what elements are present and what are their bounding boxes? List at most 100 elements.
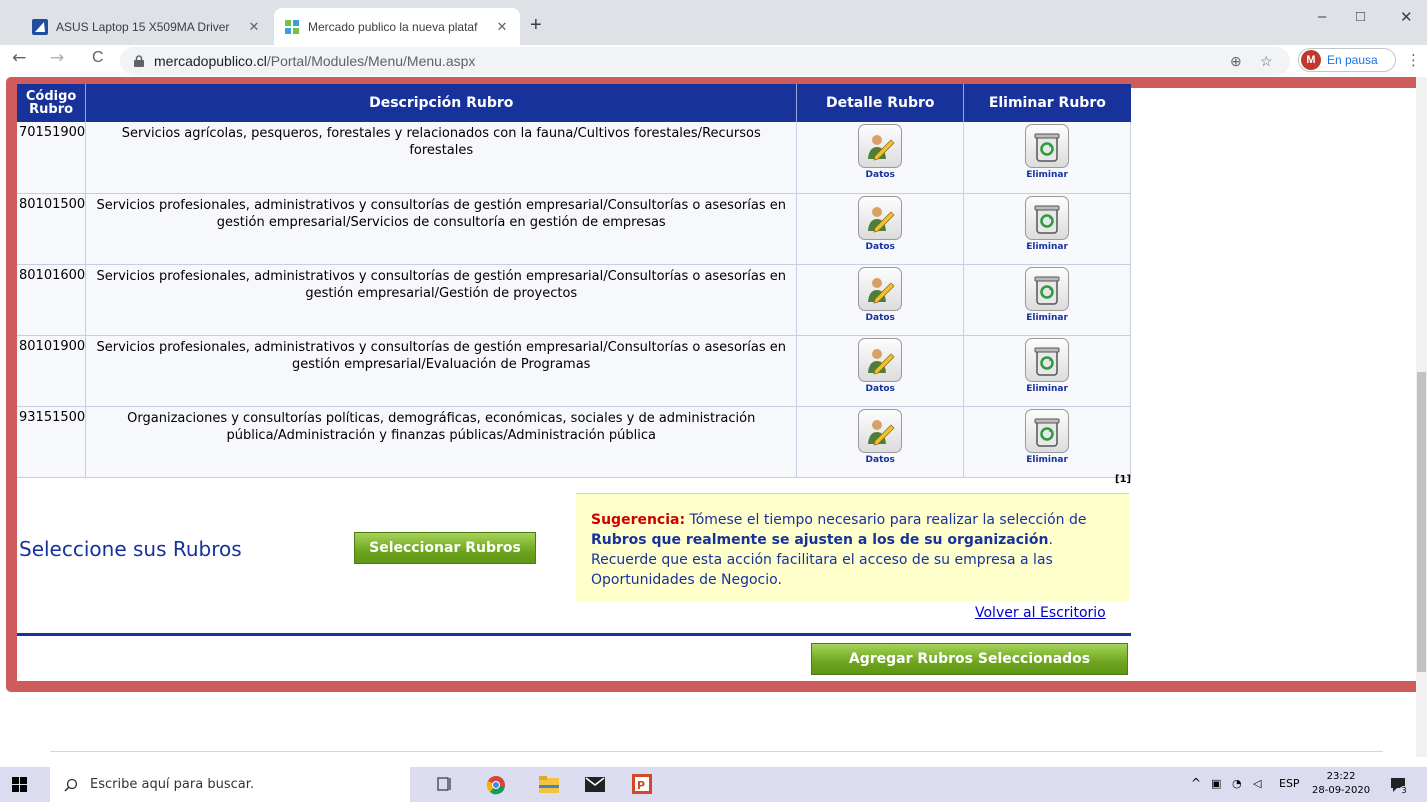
rubros-table: Código Rubro Descripción Rubro Detalle Ru… bbox=[17, 84, 1131, 478]
detail-button-label: Datos bbox=[865, 312, 895, 323]
recycle-bin-icon bbox=[1025, 124, 1070, 168]
asus-favicon-icon bbox=[32, 18, 48, 35]
back-button[interactable]: ← bbox=[12, 48, 26, 68]
edit-user-icon bbox=[858, 408, 903, 453]
clock-date: 28-09-2020 bbox=[1312, 785, 1371, 796]
close-tab-icon[interactable]: ✕ bbox=[494, 19, 510, 35]
minimize-button[interactable]: – bbox=[1318, 8, 1326, 25]
delete-button[interactable]: Eliminar bbox=[1023, 195, 1071, 258]
reload-button[interactable]: C bbox=[92, 49, 104, 67]
delete-button[interactable]: Eliminar bbox=[1023, 266, 1071, 329]
page-viewport: Código Rubro Descripción Rubro Detalle Ru… bbox=[0, 77, 1427, 767]
zoom-icon[interactable]: ⊕ bbox=[1230, 53, 1242, 70]
suggestion-lead: Sugerencia: bbox=[591, 512, 686, 528]
close-window-button[interactable]: ✕ bbox=[1400, 8, 1413, 26]
rubro-code: 80101600 bbox=[17, 264, 87, 336]
column-header-code: Código Rubro bbox=[17, 84, 87, 122]
rubro-code: 80101900 bbox=[17, 335, 87, 407]
clock-time: 23:22 bbox=[1326, 771, 1356, 782]
rubro-description: Servicios agrícolas, pesqueros, forestal… bbox=[85, 122, 798, 194]
select-rubros-button[interactable]: Seleccionar Rubros bbox=[354, 532, 536, 564]
detail-button[interactable]: Datos bbox=[856, 408, 904, 471]
tab-mercado-publico[interactable]: Mercado publico la nueva plataf ✕ bbox=[274, 8, 520, 45]
detail-button[interactable]: Datos bbox=[856, 337, 904, 400]
rubro-code: 93151500 bbox=[17, 406, 87, 478]
rubro-description: Servicios profesionales, administrativos… bbox=[85, 193, 798, 265]
table-header-row: Código Rubro Descripción Rubro Detalle Ru… bbox=[17, 84, 1131, 122]
column-header-delete: Eliminar Rubro bbox=[963, 84, 1131, 122]
recycle-bin-icon bbox=[1025, 195, 1070, 240]
rubro-description: Servicios profesionales, administrativos… bbox=[85, 335, 798, 407]
chrome-icon[interactable] bbox=[486, 775, 506, 795]
close-tab-icon[interactable]: ✕ bbox=[246, 19, 262, 35]
suggestion-text: Tómese el tiempo necesario para realizar… bbox=[685, 512, 1087, 528]
table-row: 80101500 Servicios profesionales, adminis… bbox=[17, 193, 1131, 265]
wifi-icon[interactable]: ◔ bbox=[1232, 777, 1242, 790]
chevron-up-icon[interactable]: ^ bbox=[1191, 776, 1201, 790]
svg-text:P: P bbox=[637, 779, 645, 792]
detail-button[interactable]: Datos bbox=[856, 266, 904, 329]
profile-button[interactable]: M En pausa bbox=[1298, 48, 1396, 72]
detail-button[interactable]: Datos bbox=[856, 124, 904, 186]
restore-button[interactable]: □ bbox=[1356, 8, 1365, 25]
new-tab-button[interactable]: + bbox=[530, 14, 542, 37]
delete-button-label: Eliminar bbox=[1026, 241, 1068, 252]
powerpoint-icon[interactable]: P bbox=[632, 774, 652, 794]
volume-icon[interactable]: ◁ bbox=[1253, 777, 1261, 790]
detail-button-label: Datos bbox=[865, 383, 895, 394]
browser-menu-icon[interactable]: ⋮ bbox=[1406, 51, 1421, 69]
bookmark-star-icon[interactable]: ☆ bbox=[1260, 53, 1273, 70]
task-view-icon[interactable] bbox=[437, 777, 453, 791]
detail-button-label: Datos bbox=[865, 454, 895, 465]
rubro-description: Servicios profesionales, administrativos… bbox=[85, 264, 798, 336]
edit-user-icon bbox=[858, 195, 903, 240]
rubro-code: 70151900 bbox=[17, 122, 87, 194]
taskbar-search[interactable]: Escribe aquí para buscar. bbox=[50, 767, 410, 802]
rubro-code: 80101500 bbox=[17, 193, 87, 265]
recycle-bin-icon bbox=[1025, 337, 1070, 382]
address-bar[interactable]: mercadopublico.cl/Portal/Modules/Menu/Me… bbox=[120, 47, 1290, 75]
delete-button-label: Eliminar bbox=[1026, 312, 1068, 323]
detail-button[interactable]: Datos bbox=[856, 195, 904, 258]
back-to-desktop-link[interactable]: Volver al Escritorio bbox=[975, 605, 1106, 621]
delete-button-label: Eliminar bbox=[1026, 383, 1068, 394]
delete-button[interactable]: Eliminar bbox=[1023, 337, 1071, 400]
edit-user-icon bbox=[858, 337, 903, 382]
suggestion-bold: Rubros que realmente se ajusten a los de… bbox=[591, 532, 1049, 548]
windows-taskbar: Escribe aquí para buscar. P ^ ▣ ◔ ◁ ESP … bbox=[0, 767, 1427, 802]
tab-title: ASUS Laptop 15 X509MA Driver bbox=[56, 19, 230, 34]
table-row: 93151500 Organizaciones y consultorías po… bbox=[17, 406, 1131, 478]
search-placeholder: Escribe aquí para buscar. bbox=[90, 777, 254, 792]
scrollbar-thumb[interactable] bbox=[1417, 372, 1426, 672]
mail-icon[interactable] bbox=[585, 777, 605, 792]
pager[interactable]: [1] bbox=[1115, 474, 1131, 485]
divider bbox=[17, 633, 1131, 636]
delete-button[interactable]: Eliminar bbox=[1023, 408, 1071, 471]
url-path: /Portal/Modules/Menu/Menu.aspx bbox=[266, 53, 476, 69]
tab-asus[interactable]: ASUS Laptop 15 X509MA Driver ✕ bbox=[22, 8, 272, 45]
add-selected-rubros-button[interactable]: Agregar Rubros Seleccionados bbox=[811, 643, 1128, 675]
file-explorer-icon[interactable] bbox=[539, 776, 559, 793]
column-header-description: Descripción Rubro bbox=[85, 84, 798, 122]
forward-button[interactable]: → bbox=[50, 48, 64, 68]
tab-title: Mercado publico la nueva plataf bbox=[308, 19, 478, 34]
table-row: 80101900 Servicios profesionales, adminis… bbox=[17, 335, 1131, 407]
language-indicator[interactable]: ESP bbox=[1279, 777, 1300, 790]
recycle-bin-icon bbox=[1025, 266, 1070, 311]
search-icon bbox=[64, 778, 78, 792]
battery-icon[interactable]: ▣ bbox=[1211, 777, 1221, 790]
page-scrollbar[interactable] bbox=[1416, 77, 1427, 757]
column-header-detail: Detalle Rubro bbox=[796, 84, 965, 122]
clock[interactable]: 23:22 28-09-2020 bbox=[1312, 770, 1370, 798]
delete-button-label: Eliminar bbox=[1026, 170, 1068, 180]
detail-button-label: Datos bbox=[865, 170, 895, 180]
profile-status: En pausa bbox=[1327, 53, 1378, 67]
suggestion-box: Sugerencia: Tómese el tiempo necesario p… bbox=[576, 493, 1129, 601]
rubro-description: Organizaciones y consultorías políticas,… bbox=[85, 406, 798, 478]
windows-start-icon[interactable] bbox=[12, 777, 27, 792]
url-host: mercadopublico.cl bbox=[154, 53, 267, 69]
divider bbox=[50, 751, 1383, 752]
avatar: M bbox=[1301, 50, 1321, 70]
delete-button[interactable]: Eliminar bbox=[1023, 124, 1071, 186]
table-row: 70151900 Servicios agrícolas, pesqueros, … bbox=[17, 122, 1131, 194]
